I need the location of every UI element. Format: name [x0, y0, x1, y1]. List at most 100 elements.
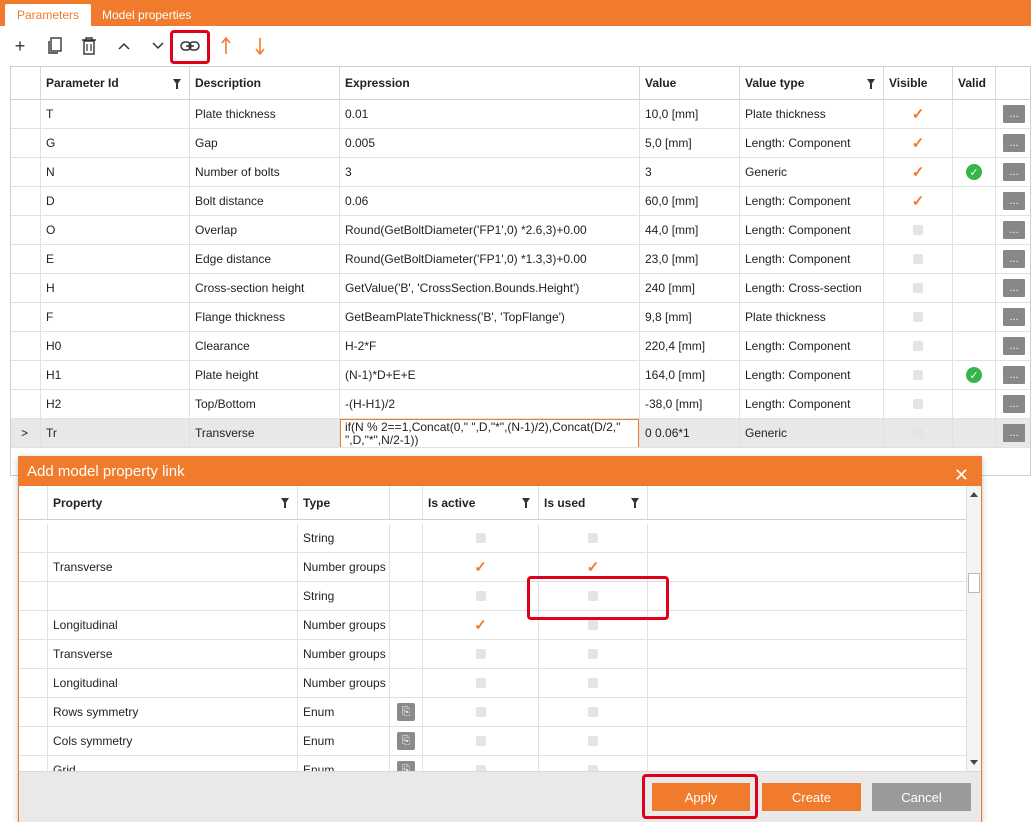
is-used-checkbox-checked[interactable]: ✓ — [587, 560, 600, 575]
visible-checkbox[interactable] — [913, 399, 923, 409]
parameter-id-cell[interactable]: H0 — [41, 332, 190, 360]
expression-cell[interactable]: (N-1)*D+E+E — [340, 361, 640, 389]
visible-checkbox-checked[interactable]: ✓ — [912, 136, 925, 151]
sort-down-button[interactable] — [248, 34, 272, 58]
table-row[interactable]: H Cross-section height GetValue('B', 'Cros… — [11, 274, 1030, 303]
more-button[interactable]: ... — [1003, 105, 1025, 123]
list-item[interactable]: String — [19, 524, 966, 553]
value-cell[interactable]: 10,0 [mm] — [640, 100, 740, 128]
value-cell[interactable]: 240 [mm] — [640, 274, 740, 302]
scroll-up-icon[interactable] — [970, 492, 978, 497]
col-value-type[interactable]: Value type — [740, 67, 884, 99]
more-button[interactable]: ... — [1003, 366, 1025, 384]
expression-editor[interactable]: if(N % 2==1,Concat(0," ",D,"*",(N-1)/2),… — [340, 419, 639, 447]
description-cell[interactable]: Cross-section height — [190, 274, 340, 302]
is-used[interactable] — [539, 640, 648, 668]
parameter-id-cell[interactable]: O — [41, 216, 190, 244]
value-type-cell[interactable]: Generic — [740, 158, 884, 186]
value-type-cell[interactable]: Length: Component — [740, 187, 884, 215]
list-item[interactable]: Transverse Number groups ✓ ✓ — [19, 553, 966, 582]
parameter-id-cell[interactable]: N — [41, 158, 190, 186]
is-active-checkbox-checked[interactable]: ✓ — [474, 618, 487, 633]
value-type-cell[interactable]: Plate thickness — [740, 100, 884, 128]
parameter-id-cell[interactable]: Tr — [41, 419, 190, 447]
visible-checkbox-checked[interactable]: ✓ — [912, 107, 925, 122]
is-active[interactable] — [423, 669, 539, 697]
value-type-cell[interactable]: Length: Cross-section — [740, 274, 884, 302]
visible-checkbox[interactable] — [913, 428, 923, 438]
value-cell[interactable]: 60,0 [mm] — [640, 187, 740, 215]
visible-cell[interactable] — [884, 419, 953, 447]
is-used[interactable] — [539, 698, 648, 726]
col-description[interactable]: Description — [190, 67, 340, 99]
copy-button[interactable] — [43, 34, 67, 58]
visible-checkbox[interactable] — [913, 312, 923, 322]
expression-cell[interactable]: 0.005 — [340, 129, 640, 157]
value-cell[interactable]: 0 0.06*1 — [640, 419, 740, 447]
table-row[interactable]: H0 Clearance H-2*F 220,4 [mm] Length: Compon… — [11, 332, 1030, 361]
value-cell[interactable]: 5,0 [mm] — [640, 129, 740, 157]
sort-up-button[interactable] — [214, 34, 238, 58]
type-cell[interactable]: String — [298, 582, 390, 610]
visible-checkbox[interactable] — [913, 341, 923, 351]
visible-checkbox-checked[interactable]: ✓ — [912, 165, 925, 180]
is-used[interactable] — [539, 727, 648, 755]
visible-cell[interactable]: ✓ — [884, 100, 953, 128]
value-cell[interactable]: 220,4 [mm] — [640, 332, 740, 360]
value-cell[interactable]: 9,8 [mm] — [640, 303, 740, 331]
expression-cell[interactable]: GetBeamPlateThickness('B', 'TopFlange') — [340, 303, 640, 331]
description-cell[interactable]: Edge distance — [190, 245, 340, 273]
value-cell[interactable]: 164,0 [mm] — [640, 361, 740, 389]
description-cell[interactable]: Top/Bottom — [190, 390, 340, 418]
type-cell[interactable]: String — [298, 524, 390, 552]
visible-cell[interactable] — [884, 274, 953, 302]
property-cell[interactable]: Longitudinal — [48, 669, 298, 697]
is-used-checkbox[interactable] — [588, 620, 598, 630]
is-active-checkbox[interactable] — [475, 533, 486, 543]
is-active[interactable]: ✓ — [423, 611, 539, 639]
is-used-checkbox[interactable] — [588, 649, 598, 659]
table-row[interactable]: O Overlap Round(GetBoltDiameter('FP1',0) *… — [11, 216, 1030, 245]
type-cell[interactable]: Enum — [298, 727, 390, 755]
is-active[interactable] — [423, 756, 539, 771]
table-row[interactable]: F Flange thickness GetBeamPlateThickness('… — [11, 303, 1030, 332]
is-active-checkbox[interactable] — [475, 649, 486, 659]
is-used[interactable] — [539, 669, 648, 697]
visible-cell[interactable]: ✓ — [884, 187, 953, 215]
scroll-down-icon[interactable] — [970, 760, 978, 765]
tab-parameters[interactable]: Parameters — [5, 4, 92, 26]
property-cell[interactable]: Cols symmetry — [48, 727, 298, 755]
more-button[interactable]: ... — [1003, 308, 1025, 326]
more-button[interactable]: ... — [1003, 134, 1025, 152]
col-is-active[interactable]: Is active — [423, 486, 539, 519]
visible-checkbox[interactable] — [913, 283, 923, 293]
is-used-checkbox[interactable] — [588, 707, 598, 717]
copy-icon[interactable]: ⎘ — [397, 761, 415, 771]
visible-cell[interactable] — [884, 390, 953, 418]
value-type-cell[interactable]: Length: Component — [740, 361, 884, 389]
is-active[interactable] — [423, 698, 539, 726]
value-type-cell[interactable]: Length: Component — [740, 390, 884, 418]
filter-icon[interactable] — [867, 79, 875, 89]
parameter-id-cell[interactable]: H — [41, 274, 190, 302]
property-cell[interactable]: Transverse — [48, 553, 298, 581]
is-used[interactable] — [539, 524, 648, 552]
table-row[interactable]: T Plate thickness 0.01 10,0 [mm] Plate thick… — [11, 100, 1030, 129]
value-type-cell[interactable]: Length: Component — [740, 332, 884, 360]
filter-icon[interactable] — [281, 498, 289, 508]
property-cell[interactable]: Transverse — [48, 640, 298, 668]
visible-checkbox[interactable] — [913, 225, 923, 235]
col-valid[interactable]: Valid — [953, 67, 996, 99]
is-active-checkbox[interactable] — [475, 707, 486, 717]
scroll-thumb[interactable] — [968, 573, 980, 593]
value-cell[interactable]: 23,0 [mm] — [640, 245, 740, 273]
expression-cell[interactable]: H-2*F — [340, 332, 640, 360]
table-row[interactable]: E Edge distance Round(GetBoltDiameter('FP1… — [11, 245, 1030, 274]
col-is-used[interactable]: Is used — [539, 486, 648, 519]
property-cell[interactable]: Rows symmetry — [48, 698, 298, 726]
property-cell[interactable]: Longitudinal — [48, 611, 298, 639]
type-cell[interactable]: Enum — [298, 756, 390, 771]
col-value[interactable]: Value — [640, 67, 740, 99]
filter-icon[interactable] — [631, 498, 639, 508]
visible-cell[interactable] — [884, 303, 953, 331]
